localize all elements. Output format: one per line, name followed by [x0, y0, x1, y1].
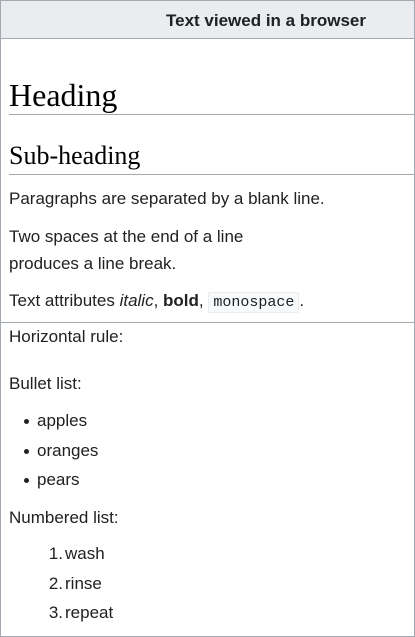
- italic-text: italic: [119, 291, 154, 310]
- sub-heading: Sub-heading: [9, 141, 141, 170]
- browser-frame: Text viewed in a browser Heading Sub-hea…: [0, 0, 415, 637]
- bullet-list-label: Bullet list:: [9, 374, 82, 393]
- attributes-separator-1: ,: [153, 291, 164, 310]
- paragraph-line-break-1: Two spaces at the end of a line: [9, 227, 244, 246]
- sub-heading-underline: [9, 174, 414, 175]
- list-item: oranges: [37, 441, 99, 460]
- bullet-icon: [24, 478, 29, 483]
- heading-underline: [9, 114, 414, 115]
- list-item: apples: [37, 411, 88, 430]
- bullet-icon: [24, 419, 29, 424]
- paragraph-line-break-2: produces a line break.: [9, 254, 177, 273]
- list-number: 1.: [48, 544, 63, 563]
- bullet-icon: [24, 449, 29, 454]
- numbered-list-label: Numbered list:: [9, 508, 119, 527]
- list-item: pears: [37, 470, 80, 489]
- list-number: 2.: [48, 574, 63, 593]
- attributes-suffix: .: [299, 291, 305, 310]
- attributes-prefix: Text attributes: [9, 291, 120, 310]
- window-title: Text viewed in a browser: [166, 11, 366, 30]
- list-number: 3.: [48, 603, 63, 622]
- horizontal-rule: [1, 322, 414, 323]
- title-bar: Text viewed in a browser: [1, 1, 414, 39]
- paragraph-text-attributes: Text attributes italic, bold, monospace.: [9, 287, 304, 316]
- attributes-separator-2: ,: [198, 291, 209, 310]
- list-item: rinse: [65, 574, 102, 593]
- horizontal-rule-label: Horizontal rule:: [9, 327, 124, 346]
- list-item: wash: [65, 544, 105, 563]
- monospace-text: monospace: [208, 292, 300, 313]
- paragraph-blank-line: Paragraphs are separated by a blank line…: [9, 189, 325, 208]
- list-item: repeat: [65, 603, 114, 622]
- bold-text: bold: [163, 291, 199, 310]
- heading: Heading: [9, 77, 118, 113]
